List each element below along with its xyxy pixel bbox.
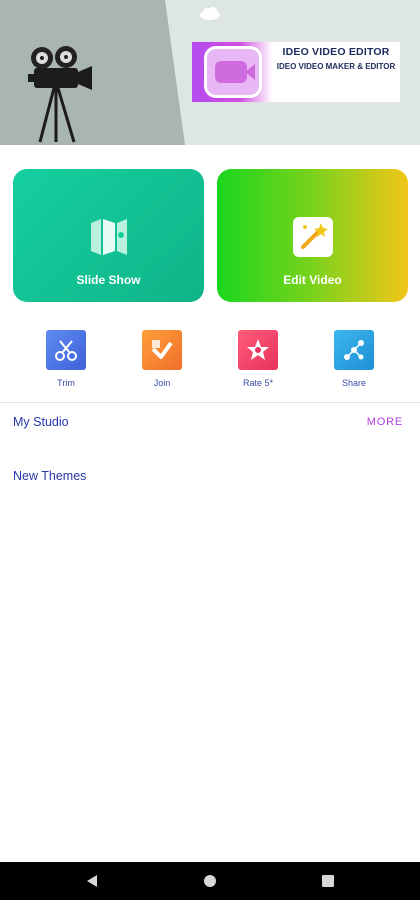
rate-button[interactable]: Rate 5* (218, 330, 298, 388)
home-icon[interactable] (202, 873, 218, 889)
star-icon (247, 339, 269, 360)
join-button[interactable]: Join (122, 330, 202, 388)
magic-wand-icon (292, 217, 333, 257)
brand-card: IDEO VIDEO EDITOR IDEO VIDEO MAKER & EDI… (192, 42, 400, 102)
share-icon (344, 340, 364, 360)
divider (0, 402, 420, 403)
video-camera-icon (204, 46, 262, 98)
slideshow-tile[interactable]: Slide Show (13, 169, 204, 302)
edit-video-tile[interactable]: Edit Video (217, 169, 408, 302)
new-themes-title: New Themes (13, 469, 87, 483)
edit-video-label: Edit Video (283, 273, 342, 287)
tools-row: Trim Join Rate 5* Share (0, 330, 420, 392)
hero-banner: IDEO VIDEO EDITOR IDEO VIDEO MAKER & EDI… (0, 0, 420, 145)
slideshow-label: Slide Show (76, 273, 141, 287)
trim-button[interactable]: Trim (26, 330, 106, 388)
app-logo (192, 42, 272, 102)
join-label: Join (153, 378, 171, 388)
trim-label: Trim (57, 378, 75, 388)
back-icon[interactable] (84, 873, 100, 889)
app-title: IDEO VIDEO EDITOR (282, 46, 390, 58)
system-nav-bar (0, 862, 420, 900)
slideshow-icon (90, 219, 127, 255)
scissors-icon (55, 340, 77, 361)
app-subtitle: IDEO VIDEO MAKER & EDITOR (276, 62, 396, 71)
rate-label: Rate 5* (242, 378, 274, 388)
my-studio-title: My Studio (13, 415, 69, 429)
more-button[interactable]: MORE (367, 416, 403, 428)
join-icon (151, 340, 173, 359)
film-projector-icon (28, 46, 92, 143)
share-button[interactable]: Share (314, 330, 394, 388)
share-label: Share (341, 378, 367, 388)
cloud-icon (200, 7, 220, 20)
recents-icon[interactable] (320, 873, 336, 889)
